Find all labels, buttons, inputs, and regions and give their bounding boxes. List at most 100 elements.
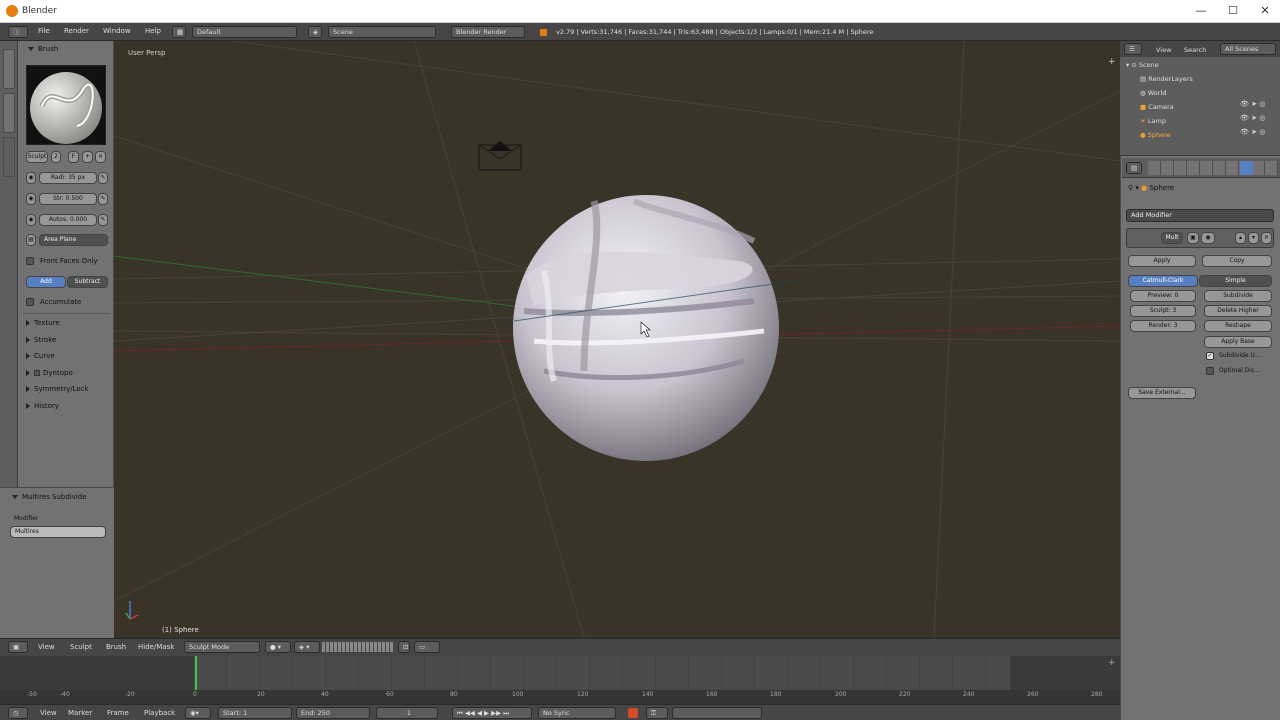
render-engine-select[interactable]: Blender Render <box>451 26 525 38</box>
keying-set-field[interactable] <box>672 707 762 719</box>
render-preview-icon[interactable]: ▭ <box>414 641 440 653</box>
playback-controls[interactable]: ⏮ ◀◀ ◀ ▶ ▶▶ ⏭ <box>452 707 532 719</box>
radius-field[interactable]: Radi: 35 px <box>39 172 97 184</box>
reshape-button[interactable]: Reshape <box>1204 320 1272 332</box>
outliner-view-menu[interactable]: View <box>1156 46 1171 54</box>
properties-editor-icon[interactable]: ▤ <box>1126 162 1142 174</box>
pressure-strength-toggle[interactable]: ✎ <box>98 193 108 205</box>
fake-user-button[interactable]: F <box>68 151 79 163</box>
section-stroke[interactable]: Stroke <box>26 336 56 344</box>
dyntopo-checkbox[interactable] <box>34 370 40 376</box>
delete-higher-button[interactable]: Delete Higher <box>1204 305 1272 317</box>
outliner-item-scene[interactable]: ▾ ⊙ Scene <box>1126 61 1159 69</box>
modifier-remove-icon[interactable]: ✕ <box>1261 232 1272 244</box>
layout-icon[interactable]: ▦ <box>172 26 186 38</box>
current-frame-field[interactable]: 1 <box>376 707 438 719</box>
outliner-item-sphere[interactable]: ● Sphere <box>1140 131 1171 139</box>
tab-grease[interactable] <box>3 137 15 177</box>
outliner-display-select[interactable]: All Scenes <box>1220 43 1276 55</box>
outliner-editor-icon[interactable]: ☰ <box>1124 43 1142 55</box>
outliner-item-renderlayers[interactable]: ▤ RenderLayers <box>1140 75 1193 83</box>
sync-select[interactable]: No Sync <box>538 707 616 719</box>
scene-icon[interactable]: ◈ <box>308 26 322 38</box>
modifier-name-field[interactable]: Mult <box>1161 232 1183 244</box>
viewport-editor-icon[interactable]: ▣ <box>8 641 28 653</box>
menu-view[interactable]: View <box>38 643 55 651</box>
menu-marker[interactable]: Marker <box>68 709 92 717</box>
apply-button[interactable]: Apply <box>1128 255 1196 267</box>
render-levels-field[interactable]: Render: 3 <box>1130 320 1196 332</box>
layout-select[interactable]: Default <box>192 26 297 38</box>
modifier-down-icon[interactable]: ▾ <box>1248 232 1259 244</box>
shading-select[interactable]: ● ▾ <box>265 641 291 653</box>
keying-icon[interactable]: ◉▾ <box>185 707 211 719</box>
simple-button[interactable]: Simple <box>1199 275 1272 287</box>
preview-levels-field[interactable]: Preview: 0 <box>1130 290 1196 302</box>
tab-options[interactable] <box>3 93 15 133</box>
autosmooth-icon[interactable]: ◉ <box>26 214 36 226</box>
menu-brush[interactable]: Brush <box>106 643 126 651</box>
subdivide-button[interactable]: Subdivide <box>1204 290 1272 302</box>
section-texture[interactable]: Texture <box>26 319 60 327</box>
radius-unit-toggle[interactable]: ◉ <box>26 172 36 184</box>
context-tab-row[interactable] <box>1148 161 1278 175</box>
plane-select[interactable]: Area Plane <box>39 234 108 246</box>
viewport-plus-icon[interactable]: + <box>1108 57 1116 67</box>
accumulate-checkbox[interactable] <box>26 298 34 306</box>
front-faces-checkbox[interactable] <box>26 257 34 265</box>
menu-hide-mask[interactable]: Hide/Mask <box>138 643 174 651</box>
outliner-item-camera[interactable]: ■ Camera <box>1140 103 1174 111</box>
brush-users-field[interactable]: 2 <box>51 151 61 163</box>
close-button[interactable]: ✕ <box>1250 2 1280 20</box>
timeline[interactable]: + -50 -40 -20 0 20 40 60 80 100 120 140 … <box>0 656 1120 704</box>
menu-timeline-view[interactable]: View <box>40 709 57 717</box>
menu-frame[interactable]: Frame <box>107 709 129 717</box>
brush-panel-header[interactable]: Brush <box>28 45 58 53</box>
autosmooth-field[interactable]: Autos: 0.000 <box>39 214 97 226</box>
pressure-radius-toggle[interactable]: ✎ <box>98 172 108 184</box>
strength-field[interactable]: Str: 0.500 <box>39 193 97 205</box>
start-frame-field[interactable]: Start: 1 <box>218 707 292 719</box>
operator-header[interactable]: Multires Subdivide <box>12 493 87 501</box>
modifier-up-icon[interactable]: ▴ <box>1235 232 1246 244</box>
minimize-button[interactable]: — <box>1186 2 1216 20</box>
outliner-visibility-icons[interactable]: 👁 ➤ ◎ 👁 ➤ ◎ 👁 ➤ ◎ <box>1240 97 1265 139</box>
menu-playback[interactable]: Playback <box>144 709 175 717</box>
section-symmetry[interactable]: Symmetry/Lock <box>26 385 89 393</box>
brush-select[interactable]: Sculpt <box>26 151 48 163</box>
section-dyntopo[interactable]: Dyntopo <box>26 369 73 377</box>
camera-object[interactable] <box>478 141 522 171</box>
menu-window[interactable]: Window <box>103 27 131 35</box>
maximize-button[interactable]: ☐ <box>1218 2 1248 20</box>
subtract-button[interactable]: Subtract <box>67 276 108 288</box>
outliner-search-menu[interactable]: Search <box>1184 46 1206 54</box>
copy-button[interactable]: Copy <box>1202 255 1272 267</box>
subdivide-uvs-checkbox[interactable]: ✓ <box>1206 352 1214 360</box>
apply-base-button[interactable]: Apply Base <box>1204 336 1272 348</box>
modifier-realtime-toggle[interactable]: ▣ <box>1187 232 1199 244</box>
new-brush-button[interactable]: + <box>82 151 93 163</box>
timeline-plus-icon[interactable]: + <box>1108 658 1116 668</box>
pivot-select[interactable]: ◈ ▾ <box>294 641 320 653</box>
menu-help[interactable]: Help <box>145 27 161 35</box>
menu-sculpt[interactable]: Sculpt <box>70 643 92 651</box>
strength-unit-toggle[interactable]: ◉ <box>26 193 36 205</box>
save-external-button[interactable]: Save External... <box>1128 387 1196 399</box>
modifier-render-toggle[interactable]: ◉ <box>1201 232 1215 244</box>
mode-select[interactable]: Sculpt Mode <box>184 641 260 653</box>
3d-viewport[interactable]: User Persp (1) Sphere + <box>114 41 1120 638</box>
layer-buttons[interactable] <box>322 642 394 652</box>
record-icon[interactable] <box>628 708 638 718</box>
section-history[interactable]: History <box>26 402 59 410</box>
add-modifier-select[interactable]: Add Modifier <box>1126 209 1274 222</box>
optimal-display-checkbox[interactable] <box>1206 367 1214 375</box>
add-button[interactable]: Add <box>26 276 66 288</box>
scene-select[interactable]: Scene <box>328 26 436 38</box>
modifier-tab-icon[interactable] <box>1240 161 1253 175</box>
brush-preview-image[interactable] <box>26 65 106 145</box>
modifier-value-field[interactable]: Multires <box>10 526 106 538</box>
outliner-item-world[interactable]: ◍ World <box>1140 89 1166 97</box>
end-frame-field[interactable]: End: 250 <box>296 707 370 719</box>
outliner-item-lamp[interactable]: ☀ Lamp <box>1140 117 1166 125</box>
keyset-icon[interactable]: ⚿ <box>646 707 668 719</box>
